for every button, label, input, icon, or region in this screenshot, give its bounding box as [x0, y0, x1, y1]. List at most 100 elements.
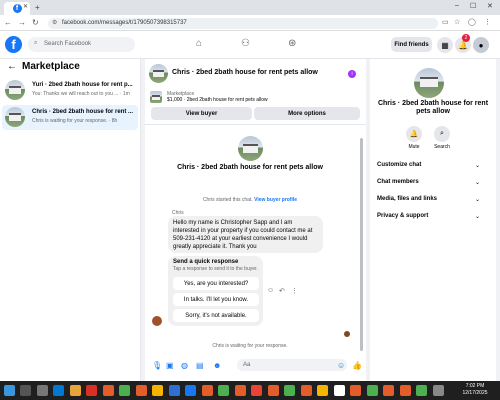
- facebook-favicon-icon: f: [12, 4, 22, 13]
- taskbar-search-icon[interactable]: [20, 385, 31, 396]
- start-icon[interactable]: [4, 385, 15, 396]
- taskbar-app-icon[interactable]: [268, 385, 279, 396]
- taskbar-app-icon[interactable]: [383, 385, 394, 396]
- details-name: Chris · 2bed 2bath house for rent pets a…: [377, 100, 489, 115]
- cast-icon[interactable]: ▭: [442, 18, 449, 26]
- taskbar-app-icon[interactable]: [301, 385, 312, 396]
- conversation-item-yuri[interactable]: Yuri · 2bed 2bath house for rent p... Yo…: [2, 78, 138, 103]
- taskbar-app-icon[interactable]: [53, 385, 64, 396]
- react-emoji-icon[interactable]: ☺: [267, 287, 274, 294]
- taskbar-app-icon[interactable]: [103, 385, 114, 396]
- back-icon[interactable]: ←: [4, 18, 12, 27]
- home-icon[interactable]: ⌂: [196, 38, 202, 49]
- info-icon[interactable]: i: [348, 70, 356, 78]
- more-icon[interactable]: ⋮: [291, 287, 298, 295]
- site-info-icon[interactable]: ⚙: [52, 19, 57, 26]
- forward-icon[interactable]: →: [18, 18, 26, 27]
- notification-badge: 2: [462, 34, 470, 42]
- waiting-status: Chris is waiting for your response.: [212, 343, 288, 349]
- taskbar-app-icon[interactable]: [334, 385, 345, 396]
- media-files-links-menu[interactable]: Media, files and links: [377, 196, 437, 202]
- reload-icon[interactable]: ↻: [32, 18, 39, 27]
- bookmark-star-icon[interactable]: ☆: [454, 18, 460, 26]
- quick-response-button[interactable]: Yes, are you interested?: [173, 277, 259, 290]
- more-options-button[interactable]: More options: [254, 107, 360, 120]
- sticker-icon[interactable]: ◍: [181, 361, 188, 370]
- emoji-icon[interactable]: ☺: [337, 361, 345, 370]
- chevron-down-icon[interactable]: ⌄: [475, 179, 480, 186]
- groups-icon[interactable]: ⊛: [288, 38, 296, 49]
- view-buyer-profile-link[interactable]: View buyer profile: [254, 197, 297, 203]
- find-friends-button[interactable]: Find friends: [391, 37, 432, 52]
- menu-grid-icon[interactable]: ▦: [437, 37, 453, 53]
- taskbar-app-icon[interactable]: [367, 385, 378, 396]
- friends-icon[interactable]: ⚇: [241, 38, 250, 49]
- message-bubble: Hello my name is Christopher Sapp and I …: [168, 216, 323, 253]
- listing-avatar: [5, 107, 25, 127]
- conversation-item-chris[interactable]: Chris · 2bed 2bath house for rent ... Ch…: [2, 105, 138, 130]
- chevron-down-icon[interactable]: ⌄: [475, 196, 480, 203]
- quick-response-title: Send a quick response: [173, 259, 239, 265]
- close-tab-icon[interactable]: ✕: [23, 3, 28, 10]
- chat-title[interactable]: Chris · 2bed 2bath house for rent pets a…: [172, 69, 318, 76]
- browser-menu-icon[interactable]: ⋮: [484, 18, 491, 26]
- maximize-icon[interactable]: ☐: [470, 2, 476, 10]
- taskbar-app-icon[interactable]: [317, 385, 328, 396]
- photo-icon[interactable]: ▣: [166, 361, 174, 370]
- privacy-support-menu[interactable]: Privacy & support: [377, 213, 428, 219]
- taskbar-app-icon[interactable]: [37, 385, 48, 396]
- microphone-icon[interactable]: 🎙: [152, 361, 162, 370]
- search-label: Search: [434, 144, 450, 150]
- mute-bell-icon[interactable]: 🔔: [406, 126, 422, 142]
- new-tab-icon[interactable]: +: [35, 3, 40, 12]
- taskbar-app-icon[interactable]: [136, 385, 147, 396]
- listing-title[interactable]: $1,000 · 2bed 2bath house for rent pets …: [167, 97, 268, 103]
- taskbar-app-icon[interactable]: [235, 385, 246, 396]
- details-avatar: [414, 68, 444, 98]
- emoji-picker-icon[interactable]: ☻: [213, 361, 221, 370]
- taskbar-app-icon[interactable]: [202, 385, 213, 396]
- account-avatar[interactable]: ●: [473, 37, 489, 53]
- taskbar-clock[interactable]: 7:02 PM 12/17/2025: [455, 383, 495, 397]
- search-icon: ⌕: [34, 40, 38, 46]
- chat-members-menu[interactable]: Chat members: [377, 179, 419, 185]
- chat-scrollbar[interactable]: [360, 138, 363, 351]
- center-avatar: [238, 136, 263, 161]
- minimize-icon[interactable]: –: [455, 2, 459, 9]
- taskbar-folder-icon[interactable]: [70, 385, 81, 396]
- taskbar-app-icon[interactable]: [400, 385, 411, 396]
- taskbar-app-icon[interactable]: [218, 385, 229, 396]
- search-chat-icon[interactable]: ⌕: [434, 126, 450, 142]
- taskbar-app-icon[interactable]: [416, 385, 427, 396]
- conversation-name: Yuri · 2bed 2bath house for rent p...: [32, 82, 133, 88]
- view-buyer-button[interactable]: View buyer: [151, 107, 252, 120]
- taskbar-app-icon[interactable]: [119, 385, 130, 396]
- close-window-icon[interactable]: ✕: [487, 2, 493, 10]
- center-chat-name: Chris · 2bed 2bath house for rent pets a…: [177, 164, 323, 171]
- url-input[interactable]: facebook.com/messages/t/1790507398315737: [48, 18, 438, 29]
- taskbar-app-icon[interactable]: [284, 385, 295, 396]
- taskbar-app-icon[interactable]: [86, 385, 97, 396]
- conversation-preview: You: Thanks we will reach out to you ...…: [32, 91, 130, 97]
- customize-chat-menu[interactable]: Customize chat: [377, 162, 421, 168]
- search-input[interactable]: Search Facebook: [28, 37, 135, 52]
- like-thumb-icon[interactable]: 👍: [352, 361, 362, 370]
- tray-chevron-icon[interactable]: [433, 385, 444, 396]
- quick-response-subtitle: Tap a response to send it to the buyer.: [173, 266, 258, 272]
- quick-response-button[interactable]: Sorry, it's not available.: [173, 309, 259, 322]
- gif-icon[interactable]: ▤: [196, 361, 204, 370]
- quick-response-button[interactable]: In talks. I'll let you know.: [173, 293, 259, 306]
- taskbar-app-icon[interactable]: [350, 385, 361, 396]
- message-input[interactable]: Aa: [237, 359, 347, 371]
- taskbar-app-icon[interactable]: [169, 385, 180, 396]
- chat-avatar[interactable]: [149, 64, 168, 83]
- taskbar-app-icon[interactable]: [185, 385, 196, 396]
- chevron-down-icon[interactable]: ⌄: [475, 162, 480, 169]
- reply-icon[interactable]: ↶: [279, 287, 285, 295]
- chevron-down-icon[interactable]: ⌄: [475, 213, 480, 220]
- facebook-logo-icon[interactable]: f: [5, 36, 22, 53]
- profile-icon[interactable]: ◯: [468, 18, 476, 26]
- taskbar-app-icon[interactable]: [152, 385, 163, 396]
- taskbar-app-icon[interactable]: [251, 385, 262, 396]
- back-arrow-icon[interactable]: ←: [7, 61, 17, 72]
